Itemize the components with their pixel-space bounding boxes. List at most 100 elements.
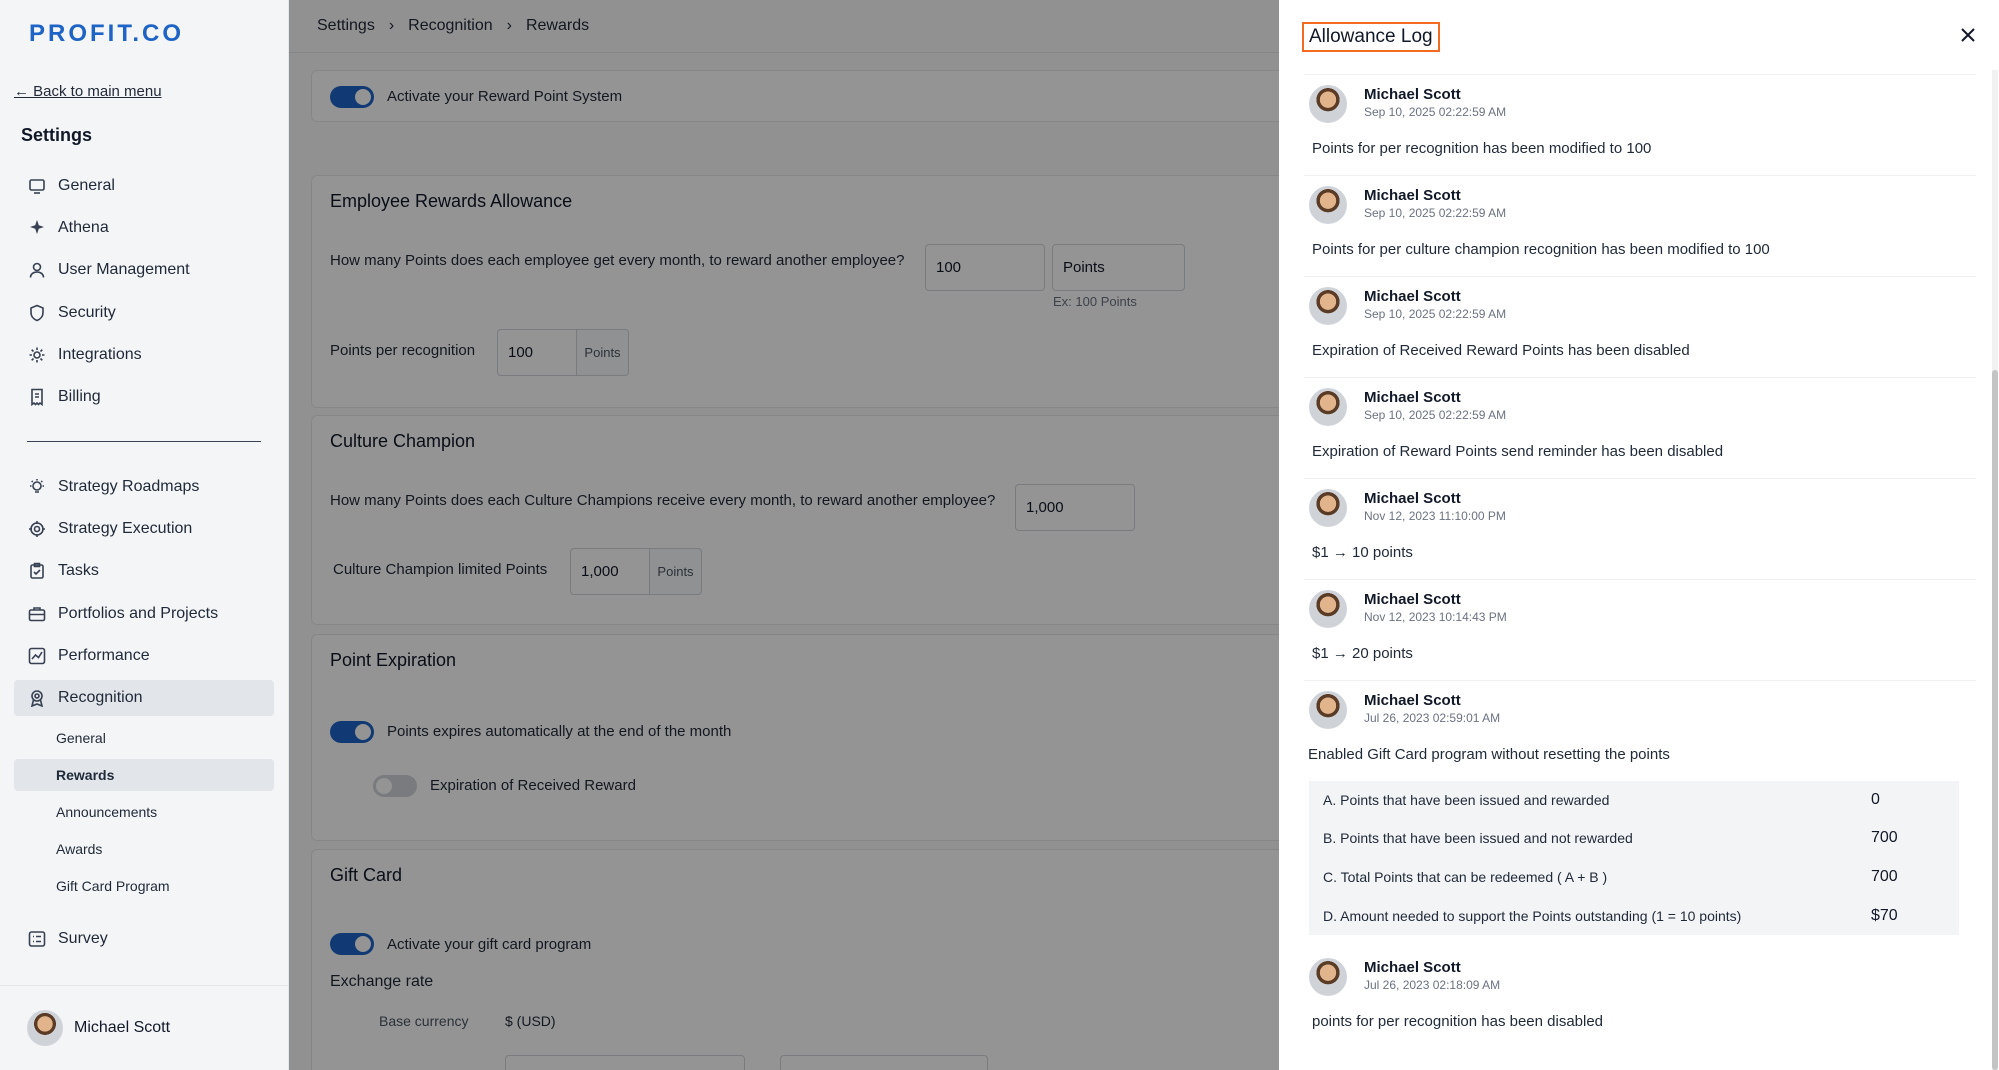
- sidebar-subitem-awards[interactable]: Awards: [14, 833, 274, 865]
- sidebar-item-label: Billing: [58, 388, 101, 405]
- log-author: Michael Scott: [1364, 490, 1461, 507]
- profitco-logo[interactable]: PROFIT.CO: [29, 20, 184, 48]
- avatar: [1309, 287, 1347, 325]
- log-entry: Michael Scott Jul 26, 2023 02:18:09 AM p…: [1304, 948, 1976, 1048]
- summary-value: 700: [1871, 829, 1898, 846]
- user-icon: [28, 261, 46, 279]
- sidebar-item-security[interactable]: Security: [14, 295, 274, 331]
- avatar: [1309, 85, 1347, 123]
- monitor-icon: [28, 177, 46, 195]
- sidebar-item-label: Tasks: [58, 562, 99, 579]
- survey-icon: [28, 930, 46, 948]
- avatar: [1309, 186, 1347, 224]
- sidebar-item-label: Strategy Execution: [58, 520, 193, 537]
- back-to-main-menu-link[interactable]: ← Back to main menu: [14, 83, 162, 100]
- main-content: Settings › Recognition › Rewards Activat…: [289, 0, 1568, 1070]
- sidebar-item-integrations[interactable]: Integrations: [14, 337, 274, 373]
- summary-value: 700: [1871, 868, 1898, 885]
- avatar: [1309, 958, 1347, 996]
- sidebar-item-recognition[interactable]: Recognition: [14, 680, 274, 716]
- summary-label: A. Points that have been issued and rewa…: [1323, 792, 1610, 808]
- sidebar-item-user-management[interactable]: User Management: [14, 252, 274, 288]
- log-message: Enabled Gift Card program without resett…: [1308, 746, 1670, 763]
- summary-row: C. Total Points that can be redeemed ( A…: [1323, 858, 1953, 896]
- summary-label: C. Total Points that can be redeemed ( A…: [1323, 869, 1608, 885]
- log-message: $1 → 10 points: [1312, 544, 1413, 561]
- sidebar-item-label: Athena: [58, 219, 109, 236]
- log-entry: Michael Scott Sep 10, 2025 02:22:59 AM P…: [1304, 175, 1976, 276]
- log-timestamp: Sep 10, 2025 02:22:59 AM: [1364, 307, 1507, 321]
- log-timestamp: Sep 10, 2025 02:22:59 AM: [1364, 408, 1507, 422]
- sidebar-item-label: Strategy Roadmaps: [58, 478, 200, 495]
- scrollbar-thumb[interactable]: [1992, 370, 1998, 1070]
- sidebar-item-billing[interactable]: Billing: [14, 379, 274, 415]
- allowance-log-drawer: Allowance Log Michael Scott Sep 10, 2025…: [1279, 0, 1999, 1070]
- bulb-icon: [28, 478, 46, 496]
- user-name: Michael Scott: [74, 1019, 171, 1036]
- summary-row: D. Amount needed to support the Points o…: [1323, 897, 1953, 935]
- sidebar-item-label: Security: [58, 304, 116, 321]
- log-entry: Michael Scott Sep 10, 2025 02:22:59 AM E…: [1304, 377, 1976, 478]
- sidebar-subitem-gift-card-program[interactable]: Gift Card Program: [14, 870, 274, 902]
- sidebar-item-label: Integrations: [58, 346, 142, 363]
- sidebar-item-performance[interactable]: Performance: [14, 638, 274, 674]
- sidebar-divider: [27, 441, 261, 442]
- log-entry: Michael Scott Sep 10, 2025 02:22:59 AM P…: [1304, 74, 1976, 175]
- summary-label: B. Points that have been issued and not …: [1323, 830, 1633, 846]
- current-user[interactable]: Michael Scott: [0, 985, 289, 1070]
- log-message: points for per recognition has been disa…: [1312, 1013, 1604, 1030]
- sidebar-item-label: Portfolios and Projects: [58, 605, 219, 622]
- points-summary-table: A. Points that have been issued and rewa…: [1309, 781, 1959, 935]
- sidebar-item-athena[interactable]: Athena: [14, 210, 274, 246]
- log-entry: Michael Scott Sep 10, 2025 02:22:59 AM E…: [1304, 276, 1976, 377]
- sidebar-item-survey[interactable]: Survey: [14, 921, 274, 957]
- summary-row: B. Points that have been issued and not …: [1323, 819, 1953, 857]
- briefcase-icon: [28, 605, 46, 623]
- log-timestamp: Nov 12, 2023 10:14:43 PM: [1364, 610, 1507, 624]
- avatar: [1309, 388, 1347, 426]
- sparkle-icon: [28, 219, 46, 237]
- avatar: [1309, 590, 1347, 628]
- sidebar-subitem-rewards[interactable]: Rewards: [14, 759, 274, 791]
- log-timestamp: Sep 10, 2025 02:22:59 AM: [1364, 105, 1507, 119]
- log-timestamp: Sep 10, 2025 02:22:59 AM: [1364, 206, 1507, 220]
- log-message: Expiration of Received Reward Points has…: [1312, 342, 1690, 359]
- sidebar-item-strategy-execution[interactable]: Strategy Execution: [14, 511, 274, 547]
- log-timestamp: Jul 26, 2023 02:59:01 AM: [1364, 711, 1501, 725]
- sidebar-subitem-general[interactable]: General: [14, 722, 274, 754]
- sidebar-item-strategy-roadmaps[interactable]: Strategy Roadmaps: [14, 469, 274, 505]
- gear-icon: [28, 346, 46, 364]
- log-message: Points for per culture champion recognit…: [1312, 241, 1770, 258]
- sidebar-subitem-announcements[interactable]: Announcements: [14, 796, 274, 828]
- drawer-scrollbar[interactable]: [1992, 70, 1998, 1070]
- summary-row: A. Points that have been issued and rewa…: [1323, 781, 1953, 819]
- sidebar-item-label: Survey: [58, 930, 108, 947]
- chart-icon: [28, 647, 46, 665]
- sidebar-item-label: User Management: [58, 261, 190, 278]
- log-author: Michael Scott: [1364, 389, 1461, 406]
- log-message: Expiration of Reward Points send reminde…: [1312, 443, 1724, 460]
- avatar: [1309, 691, 1347, 729]
- sidebar-item-label: General: [58, 177, 115, 194]
- log-timestamp: Jul 26, 2023 02:18:09 AM: [1364, 978, 1501, 992]
- sidebar-item-label: Performance: [58, 647, 150, 664]
- log-entry: Michael Scott Nov 12, 2023 11:10:00 PM $…: [1304, 478, 1976, 579]
- close-icon[interactable]: [1957, 24, 1979, 46]
- log-author: Michael Scott: [1364, 86, 1461, 103]
- summary-value: 0: [1871, 791, 1880, 808]
- settings-heading: Settings: [21, 125, 93, 145]
- avatar: [1309, 489, 1347, 527]
- sidebar-item-label: Recognition: [58, 689, 143, 706]
- log-author: Michael Scott: [1364, 288, 1461, 305]
- log-entry: Michael Scott Nov 12, 2023 10:14:43 PM $…: [1304, 579, 1976, 680]
- award-icon: [28, 689, 46, 707]
- sidebar-item-tasks[interactable]: Tasks: [14, 553, 274, 589]
- sidebar-item-general[interactable]: General: [14, 168, 274, 204]
- log-message: $1 → 20 points: [1312, 645, 1413, 662]
- summary-value: $70: [1871, 907, 1898, 924]
- avatar: [27, 1010, 63, 1046]
- clipboard-icon: [28, 562, 46, 580]
- sidebar-item-portfolios-projects[interactable]: Portfolios and Projects: [14, 596, 274, 632]
- log-author: Michael Scott: [1364, 591, 1461, 608]
- sidebar: PROFIT.CO ← Back to main menu Settings G…: [0, 0, 289, 1070]
